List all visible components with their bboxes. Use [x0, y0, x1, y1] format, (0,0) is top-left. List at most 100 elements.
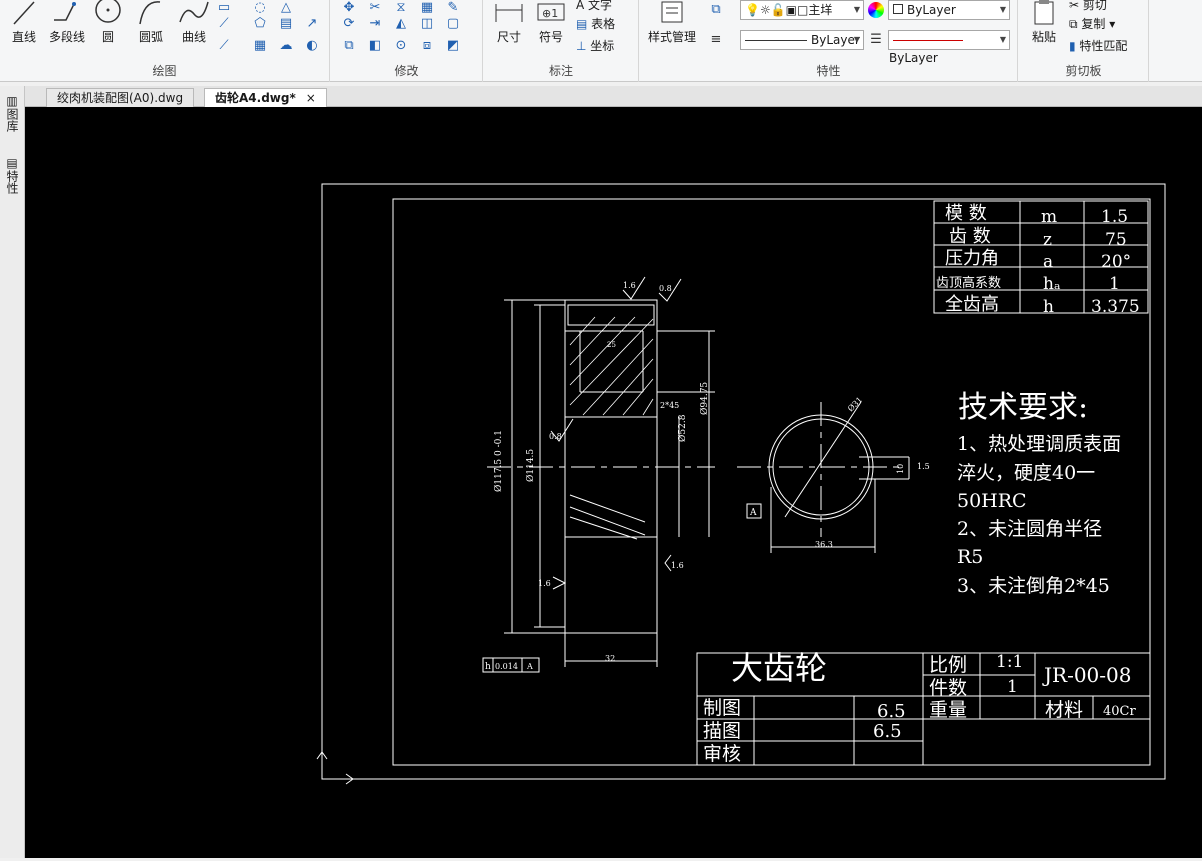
linetype-dropdown[interactable]: ByLayer ▼ [740, 30, 864, 50]
param-symbol-addendum: hₐ [1043, 274, 1061, 294]
dim-keyway-width: 10 [896, 464, 905, 474]
arc-icon [139, 1, 161, 25]
rectangle-icon[interactable]: ▭ [216, 0, 232, 16]
stretch-icon[interactable]: ◧ [367, 38, 383, 54]
layer-dropdown[interactable]: 💡☼🔓▣□主垟 ▼ [740, 0, 864, 20]
param-value-teeth: 75 [1105, 230, 1127, 250]
tech-title: 技术要求: [958, 390, 1088, 425]
polyline-tool-button[interactable]: 多段线 [46, 0, 88, 58]
join-icon[interactable]: ▢ [445, 16, 461, 32]
drawing-code: JR-00-08 [1042, 663, 1132, 687]
line-tool-label: 直线 [11, 30, 36, 44]
clipboard-panel: 粘贴 ✂ 剪切 ⧉ 复制 ▾ ▮ 特性匹配 剪切板 [1019, 0, 1149, 82]
side-item-library[interactable]: ▥图库 [4, 94, 21, 132]
ribbon: 直线 多段线 圆 圆弧 曲线 ▭ ⟋ ⟋ ◌ ⬠ ▦ △ ▤ ☁ ↗ ◐ 绘图 … [0, 0, 1202, 82]
fillet-icon[interactable]: ◭ [393, 16, 409, 32]
circle-icon [95, 0, 121, 23]
drawn-label: 制图 [703, 697, 741, 719]
lineweight-dropdown[interactable]: ByLayer ▼ [888, 30, 1010, 65]
explode-icon[interactable]: ⊙ [393, 38, 409, 54]
spline-tool-button[interactable]: 曲线 [174, 0, 214, 58]
chevron-down-icon: ▼ [853, 35, 860, 44]
gear-end-view [737, 401, 910, 553]
close-icon[interactable]: × [306, 91, 316, 105]
edit-polyline-icon[interactable]: ◩ [445, 38, 461, 54]
lineweight-menu-icon[interactable]: ≡ [708, 32, 724, 48]
offset-icon[interactable]: ◫ [419, 16, 435, 32]
boundary-icon[interactable]: ▦ [252, 38, 268, 54]
tab-gear-drawing[interactable]: 齿轮A4.dwg* × [204, 88, 327, 107]
scale-label: 比例 [929, 654, 967, 676]
tab-assembly-drawing[interactable]: 绞肉机装配图(A0).dwg [46, 88, 195, 107]
color-wheel-icon[interactable] [868, 2, 884, 18]
cut-button[interactable]: ✂ 剪切 [1069, 0, 1107, 13]
param-name-addendum: 齿顶高系数 [936, 275, 1001, 291]
scale-icon[interactable]: ⧈ [419, 38, 435, 54]
side-item-properties[interactable]: ▤特性 [4, 156, 21, 194]
svg-text:⊕1: ⊕1 [542, 7, 558, 20]
style-manager-button[interactable]: 样式管理 [644, 0, 700, 58]
table-draw-icon[interactable]: ▤ [278, 16, 294, 32]
polyline-tool-label: 多段线 [48, 30, 85, 44]
color-swatch-icon [893, 4, 903, 14]
tech-line-2: 淬火，硬度40一 [957, 462, 1095, 484]
tech-line-5: R5 [957, 546, 983, 568]
draw-panel-title: 绘图 [152, 64, 177, 78]
copy-button[interactable]: ⧉ 复制 ▾ [1069, 15, 1115, 32]
block-icon[interactable]: ↗ [304, 16, 320, 32]
point-icon[interactable]: △ [278, 0, 294, 16]
drawing-canvas[interactable]: 模 数 m 1.5 齿 数 z 75 压力角 a 20° 齿顶高系数 hₐ 1 … [25, 107, 1202, 858]
match-properties-button[interactable]: ▮ 特性匹配 [1069, 37, 1127, 54]
mirror-icon[interactable]: ⧖ [393, 0, 409, 16]
technical-requirements: 技术要求: 1、热处理调质表面 淬火，硬度40一 50HRC 2、未注圆角半径 … [957, 390, 1121, 597]
roughness-mid: 1.6 [538, 579, 551, 588]
rotate-icon[interactable]: ⟳ [341, 16, 357, 32]
title-block-text: 大齿轮 比例 1:1 件数 1 JR-00-08 重量 材料 40Cr 制图 6… [703, 649, 1136, 765]
extend-icon[interactable]: ⇥ [367, 16, 383, 32]
coordinate-tool-button[interactable]: ⊥ 坐标 [576, 37, 614, 54]
color-dropdown[interactable]: ByLayer ▼ [888, 0, 1010, 20]
table-tool-button[interactable]: ▤ 表格 [576, 15, 615, 32]
properties-panel-title: 特性 [816, 64, 841, 78]
move-icon[interactable]: ✥ [341, 0, 357, 16]
layer-properties-icon[interactable]: ⧉ [708, 2, 724, 18]
part-name: 大齿轮 [731, 649, 827, 687]
wipeout-icon[interactable]: ◐ [304, 38, 320, 54]
param-value-pressure-angle: 20° [1101, 252, 1131, 272]
erase-icon[interactable]: ✎ [445, 0, 461, 16]
brush-icon: ▮ [1069, 39, 1080, 53]
copy-object-icon[interactable]: ⧉ [341, 38, 357, 54]
text-tool-button[interactable]: A 文字 [576, 0, 612, 13]
circle-tool-button[interactable]: 圆 [90, 0, 126, 58]
paste-button[interactable]: 粘贴 [1025, 0, 1063, 58]
parameter-table-text: 模 数 m 1.5 齿 数 z 75 压力角 a 20° 齿顶高系数 hₐ 1 … [936, 203, 1140, 317]
linetype-sample [745, 40, 807, 41]
roughness-right: 1.6 [671, 561, 684, 570]
chevron-down-icon: ▼ [999, 35, 1006, 44]
dimension-tool-label: 尺寸 [496, 30, 521, 44]
line-icon [13, 1, 35, 25]
ellipse-icon[interactable]: ◌ [252, 0, 268, 16]
tech-line-1: 1、热处理调质表面 [957, 433, 1121, 455]
array-icon[interactable]: ▦ [419, 0, 435, 16]
construction-line-icon[interactable]: ⟋ [216, 38, 232, 54]
chevron-down-icon: ▼ [853, 5, 860, 14]
revision-cloud-icon[interactable]: ☁ [278, 38, 294, 54]
line-tool-button[interactable]: 直线 [4, 0, 44, 58]
annotation-panel: 尺寸 ⊕1 符号 A 文字 ▤ 表格 ⊥ 坐标 标注 [484, 0, 639, 82]
dimension-icon [495, 4, 523, 22]
symbol-tool-button[interactable]: ⊕1 符号 [532, 0, 570, 58]
trim-icon[interactable]: ✂ [367, 0, 383, 16]
param-name-teeth: 齿 数 [949, 226, 991, 247]
hatch-icon[interactable]: ⟋ [216, 16, 232, 32]
dimension-tool-button[interactable]: 尺寸 [490, 0, 528, 58]
region-icon[interactable]: ⬠ [252, 16, 268, 32]
paste-icon [1034, 0, 1054, 25]
count-value: 1 [1007, 677, 1018, 697]
review-label: 审核 [703, 743, 741, 765]
copy-icon: ⧉ [1069, 17, 1082, 31]
arc-tool-button[interactable]: 圆弧 [130, 0, 172, 58]
param-symbol-modulus: m [1041, 207, 1057, 227]
lineweight-icon[interactable]: ☰ [868, 32, 884, 48]
param-name-pressure-angle: 压力角 [945, 248, 999, 269]
